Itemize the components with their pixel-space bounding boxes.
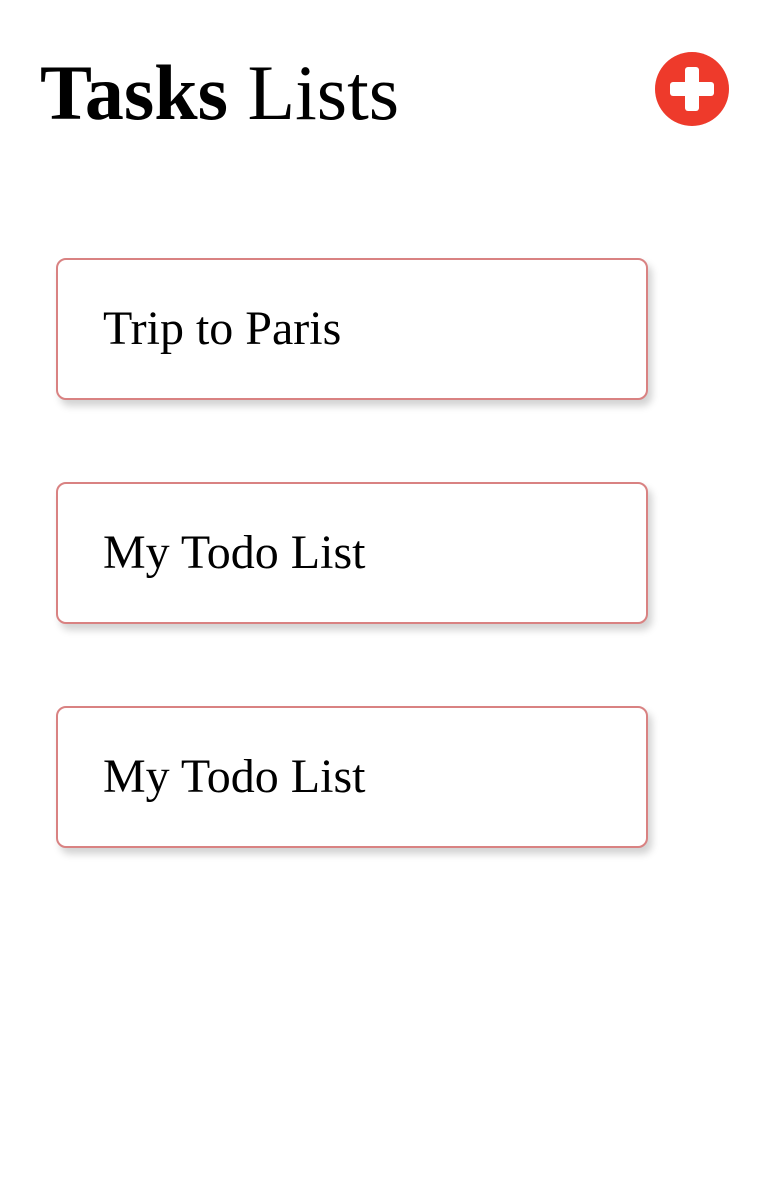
page-title: Tasks Lists	[40, 48, 730, 138]
list-item-label: My Todo List	[103, 526, 366, 579]
add-list-button[interactable]	[655, 52, 729, 126]
list-item[interactable]: My Todo List	[56, 482, 648, 624]
page-header: Tasks Lists	[40, 48, 730, 138]
task-lists: Trip to Paris My Todo List My Todo List	[56, 258, 648, 930]
list-item[interactable]: Trip to Paris	[56, 258, 648, 400]
list-item[interactable]: My Todo List	[56, 706, 648, 848]
plus-circle-icon	[655, 52, 729, 126]
page-title-regular: Lists	[247, 49, 400, 136]
page-title-bold: Tasks	[40, 49, 228, 136]
list-item-label: Trip to Paris	[103, 302, 342, 355]
list-item-label: My Todo List	[103, 750, 366, 803]
